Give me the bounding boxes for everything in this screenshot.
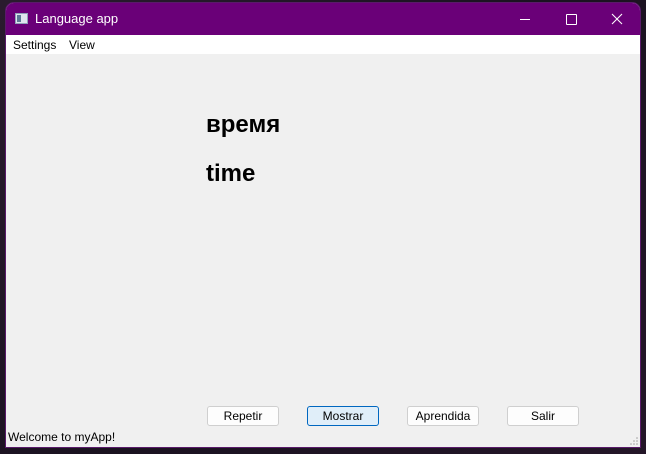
menu-bar: Settings View: [6, 35, 640, 54]
menu-view[interactable]: View: [69, 38, 95, 52]
flashcard-word: время: [206, 111, 281, 138]
minimize-button[interactable]: [502, 3, 548, 35]
app-window: Language app Settings View время time Re…: [6, 3, 640, 447]
close-icon: [611, 13, 623, 25]
menu-settings[interactable]: Settings: [13, 38, 56, 52]
status-bar: Welcome to myApp!: [6, 428, 640, 447]
maximize-icon: [565, 13, 577, 25]
learned-button[interactable]: Aprendida: [407, 406, 479, 426]
app-icon: [15, 13, 28, 24]
minimize-icon: [520, 18, 530, 20]
window-title: Language app: [35, 11, 119, 26]
exit-button[interactable]: Salir: [507, 406, 579, 426]
flashcard-translation: time: [206, 160, 256, 187]
repeat-button[interactable]: Repetir: [207, 406, 279, 426]
title-bar[interactable]: Language app: [6, 3, 640, 35]
maximize-button[interactable]: [548, 3, 594, 35]
status-message: Welcome to myApp!: [8, 430, 116, 444]
close-button[interactable]: [594, 3, 640, 35]
size-grip-icon[interactable]: [629, 436, 638, 445]
show-button[interactable]: Mostrar: [307, 406, 379, 426]
